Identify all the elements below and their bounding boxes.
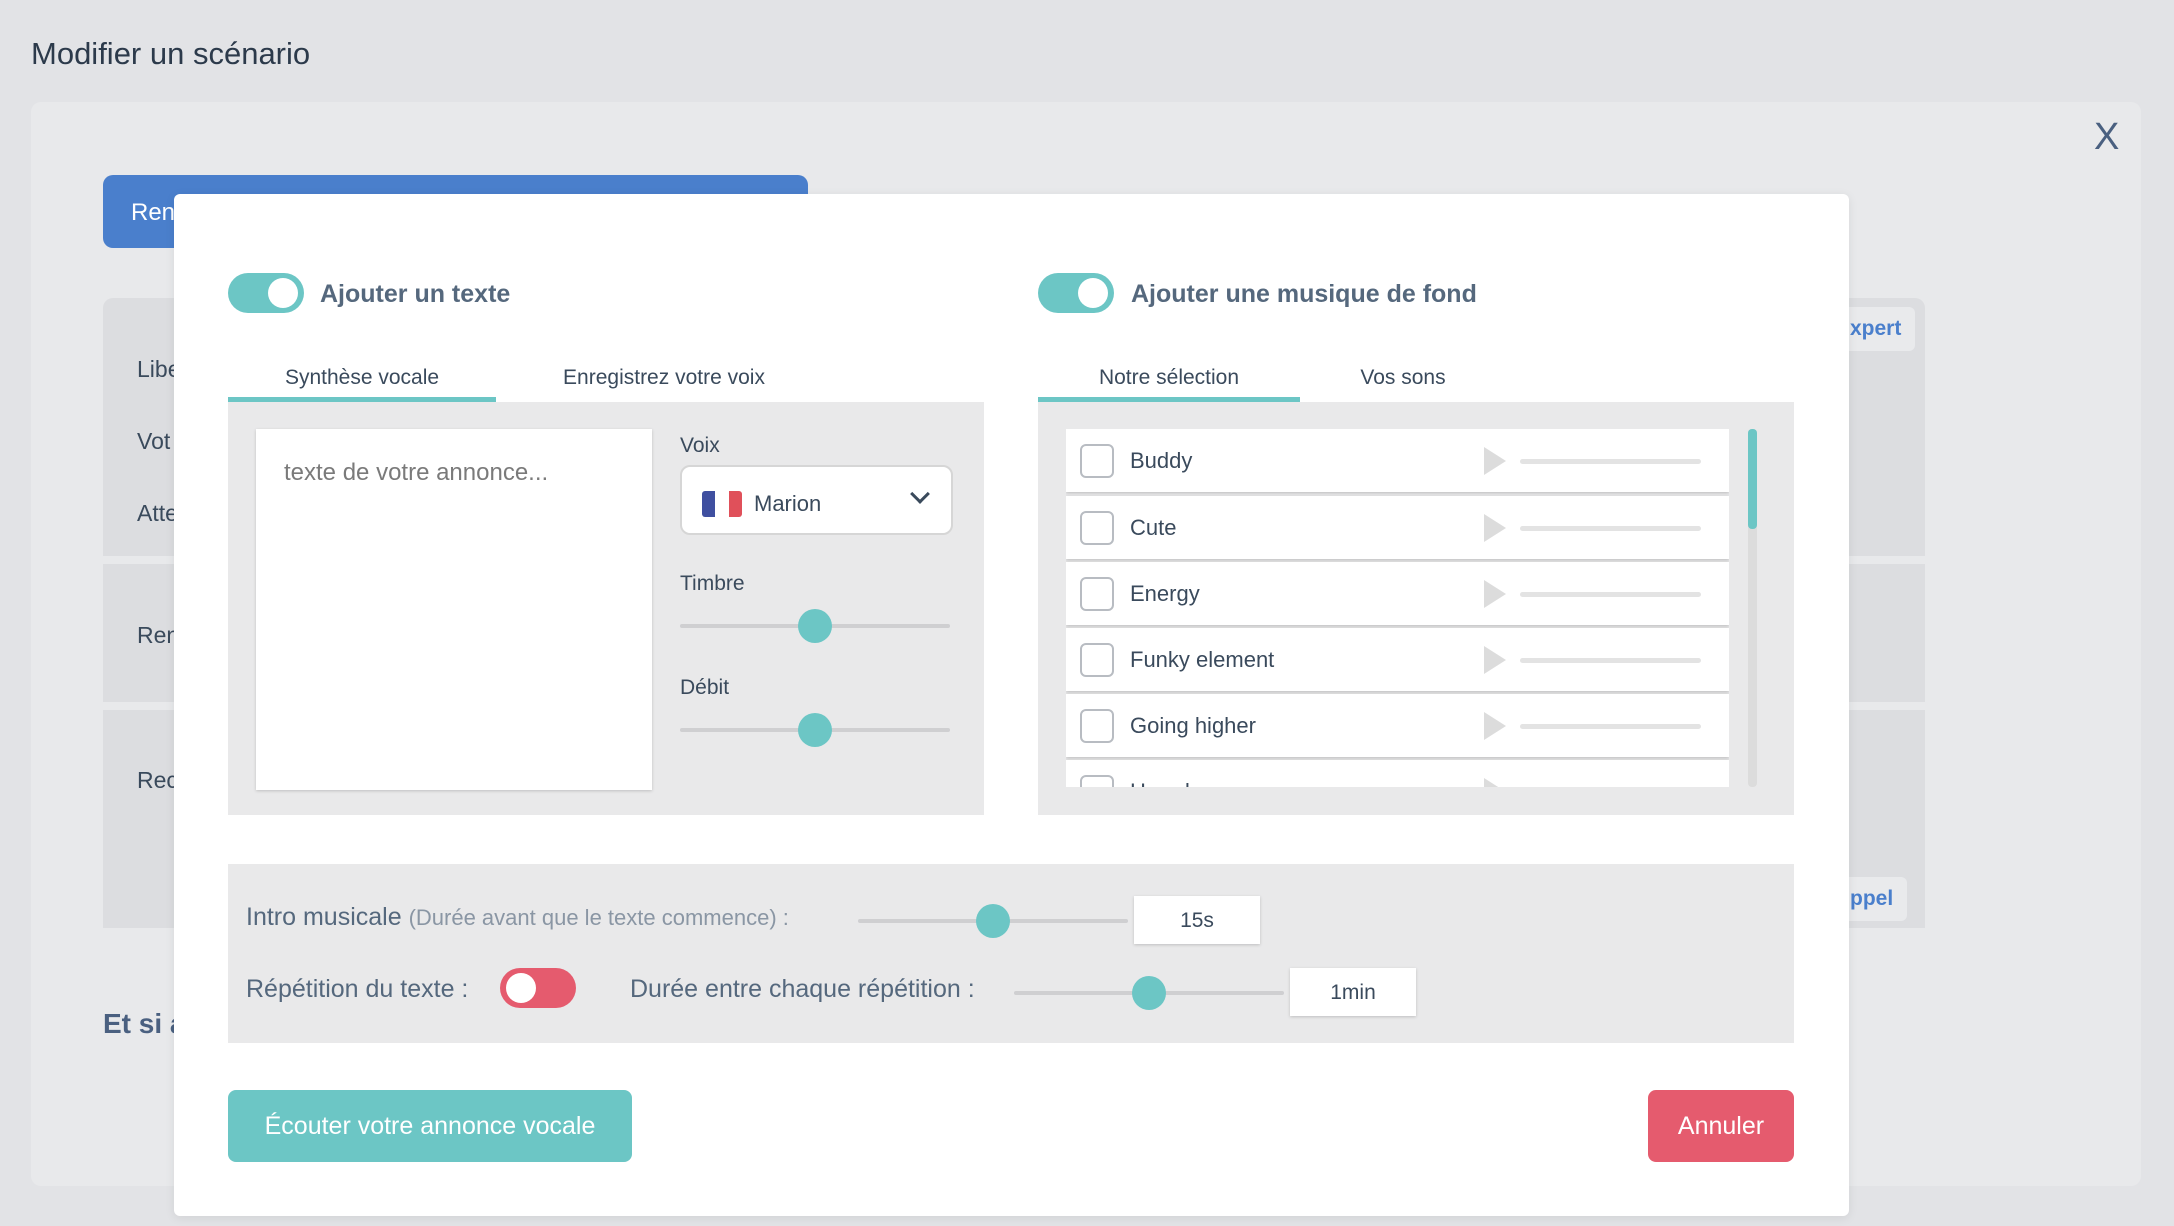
slider-thumb[interactable] — [976, 904, 1010, 938]
play-icon[interactable] — [1484, 580, 1506, 608]
list-item: Hoard — [1066, 760, 1729, 787]
toggle-knob — [506, 973, 536, 1003]
listen-announcement-button[interactable]: Écouter votre annonce vocale — [228, 1090, 632, 1162]
fr-flag-icon — [702, 491, 742, 517]
intro-duration-value[interactable]: 15s — [1134, 896, 1260, 944]
add-text-title: Ajouter un texte — [320, 280, 511, 308]
list-item: Funky element — [1066, 628, 1729, 691]
voice-select[interactable]: Marion — [680, 465, 953, 535]
track-name: Cute — [1130, 515, 1177, 540]
track-progress — [1520, 592, 1701, 597]
intro-musicale-label: Intro musicale (Durée avant que le texte… — [246, 903, 789, 932]
tab-enregistrez-votre-voix[interactable]: Enregistrez votre voix — [518, 350, 810, 402]
scrollbar-thumb[interactable] — [1748, 429, 1757, 529]
add-music-toggle[interactable] — [1038, 273, 1114, 313]
background-label-4: Ren — [137, 622, 180, 648]
close-button[interactable]: X — [2094, 116, 2119, 159]
track-name: Hoard — [1130, 779, 1190, 787]
track-checkbox[interactable] — [1080, 577, 1114, 611]
track-progress — [1520, 526, 1701, 531]
track-progress — [1520, 724, 1701, 729]
intro-slider[interactable] — [858, 904, 1128, 938]
play-icon[interactable] — [1484, 646, 1506, 674]
options-panel — [228, 864, 1794, 1043]
add-text-toggle[interactable] — [228, 273, 304, 313]
slider-thumb[interactable] — [798, 713, 832, 747]
intro-label-text: Intro musicale — [246, 903, 402, 931]
repetition-label: Répétition du texte : — [246, 975, 469, 1003]
cancel-button[interactable]: Annuler — [1648, 1090, 1794, 1162]
track-name: Energy — [1130, 581, 1200, 606]
toggle-knob — [268, 278, 298, 308]
interval-duration-value[interactable]: 1min — [1290, 968, 1416, 1016]
track-checkbox[interactable] — [1080, 444, 1114, 478]
track-name: Going higher — [1130, 713, 1256, 738]
background-label-2: Vot — [137, 428, 171, 454]
track-checkbox[interactable] — [1080, 511, 1114, 545]
chevron-down-icon — [910, 484, 930, 504]
play-icon[interactable] — [1484, 447, 1506, 475]
track-progress — [1520, 459, 1701, 464]
repetition-toggle[interactable] — [500, 968, 576, 1008]
track-progress — [1520, 658, 1701, 663]
list-item: Going higher — [1066, 694, 1729, 757]
slider-thumb[interactable] — [1132, 976, 1166, 1010]
tab-vos-sons[interactable]: Vos sons — [1300, 350, 1506, 402]
background-label-5: Rec — [137, 767, 178, 793]
debit-slider[interactable] — [680, 713, 950, 747]
timbre-slider[interactable] — [680, 609, 950, 643]
intro-hint-text: (Durée avant que le texte commence) : — [408, 905, 789, 930]
list-item: Cute — [1066, 496, 1729, 559]
add-music-title: Ajouter une musique de fond — [1131, 280, 1477, 308]
announcement-text-input[interactable]: texte de votre annonce... — [256, 429, 652, 790]
track-name: Funky element — [1130, 647, 1275, 672]
voice-label: Voix — [680, 434, 720, 457]
timbre-label: Timbre — [680, 572, 745, 595]
music-list-scrollbar[interactable] — [1748, 429, 1757, 787]
interval-slider[interactable] — [1014, 976, 1284, 1010]
list-item: Energy — [1066, 562, 1729, 625]
voice-select-value: Marion — [754, 491, 822, 516]
interval-label: Durée entre chaque répétition : — [630, 975, 975, 1003]
track-name: Buddy — [1130, 448, 1193, 473]
page-title: Modifier un scénario — [31, 36, 311, 71]
track-checkbox[interactable] — [1080, 709, 1114, 743]
background-label-3: Atte — [137, 500, 178, 526]
play-icon[interactable] — [1484, 778, 1506, 787]
music-track-list[interactable]: Buddy Cute Energy Funky element Going hi… — [1066, 429, 1729, 787]
track-checkbox[interactable] — [1080, 775, 1114, 787]
play-icon[interactable] — [1484, 712, 1506, 740]
slider-thumb[interactable] — [798, 609, 832, 643]
list-item: Buddy — [1066, 429, 1729, 492]
debit-label: Débit — [680, 676, 730, 699]
toggle-knob — [1078, 278, 1108, 308]
track-checkbox[interactable] — [1080, 643, 1114, 677]
tab-synthese-vocale[interactable]: Synthèse vocale — [228, 350, 496, 402]
tab-notre-selection[interactable]: Notre sélection — [1038, 350, 1300, 402]
play-icon[interactable] — [1484, 514, 1506, 542]
